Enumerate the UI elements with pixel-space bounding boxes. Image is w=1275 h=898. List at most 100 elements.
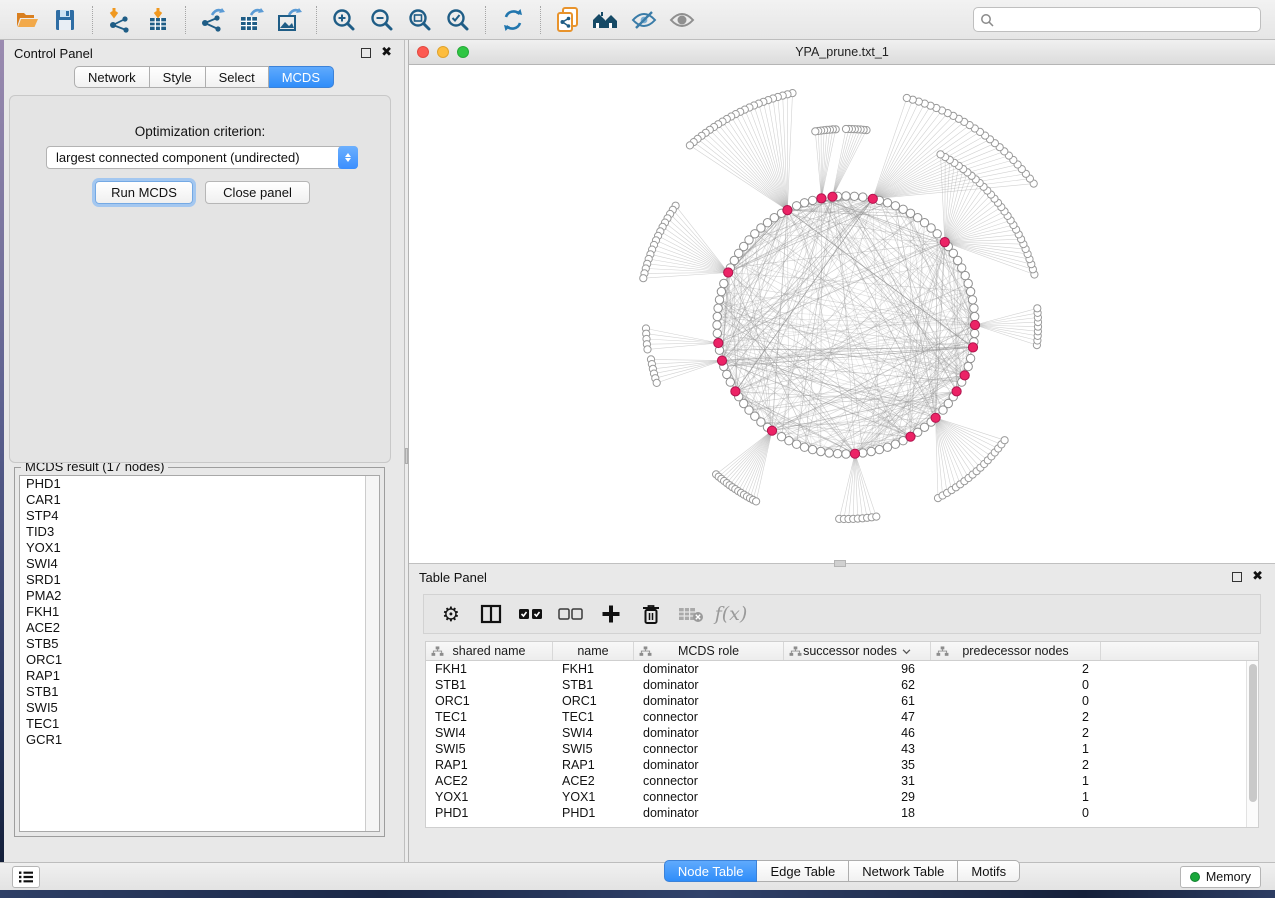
optimization-criterion-label: Optimization criterion: [10,124,390,139]
criterion-select[interactable]: largest connected component (undirected) [46,146,358,169]
mcds-result-item[interactable]: ACE2 [20,620,379,636]
table-row[interactable]: ACE2ACE2connector311 [426,773,1258,789]
mcds-result-item[interactable]: STB5 [20,636,379,652]
zoom-out-icon[interactable] [363,4,401,36]
cell-shared-name: FKH1 [426,661,553,677]
mcds-result-item[interactable]: TEC1 [20,716,379,732]
cell-predecessor-nodes: 2 [931,709,1101,725]
mcds-list-scrollbar[interactable] [365,476,379,831]
table-row[interactable]: STB1STB1dominator620 [426,677,1258,693]
network-graph[interactable] [409,65,1275,563]
export-table-icon[interactable] [232,4,270,36]
column-header-MCDS-role[interactable]: MCDS role [634,642,784,660]
settings-gear-icon[interactable]: ⚙ [434,598,468,630]
column-header-shared-name[interactable]: shared name [426,642,553,660]
tab-network-table[interactable]: Network Table [849,860,958,882]
toolbar-separator [485,6,486,34]
scrollbar-thumb[interactable] [1249,664,1257,802]
show-details-icon[interactable] [663,4,701,36]
tab-node-table[interactable]: Node Table [664,860,758,882]
cell-MCDS-role: dominator [634,661,784,677]
criterion-value: largest connected component (undirected) [56,150,300,165]
mcds-result-item[interactable]: PMA2 [20,588,379,604]
hide-details-icon[interactable] [625,4,663,36]
desktop-wallpaper-strip [0,890,1275,898]
table-scrollbar[interactable] [1246,661,1258,827]
import-table-icon[interactable] [139,4,177,36]
refresh-icon[interactable] [494,4,532,36]
delete-table-icon[interactable] [674,598,708,630]
export-network-icon[interactable] [194,4,232,36]
add-column-icon[interactable] [594,598,628,630]
table-row[interactable]: RAP1RAP1dominator352 [426,757,1258,773]
mcds-result-list[interactable]: PHD1CAR1STP4TID3YOX1SWI4SRD1PMA2FKH1ACE2… [19,475,380,832]
mcds-result-item[interactable]: ORC1 [20,652,379,668]
select-stepper-icon [338,146,358,169]
close-panel-button[interactable]: Close panel [205,181,310,204]
mcds-result-item[interactable]: GCR1 [20,732,379,748]
tab-edge-table[interactable]: Edge Table [757,860,849,882]
mcds-result-item[interactable]: YOX1 [20,540,379,556]
tab-network[interactable]: Network [74,66,150,88]
mcds-result-item[interactable]: PHD1 [20,476,379,492]
cell-successor-nodes: 35 [784,757,931,773]
column-namespace-icon [639,646,652,660]
search-field[interactable] [973,7,1261,32]
save-icon[interactable] [46,4,84,36]
mcds-result-item[interactable]: SWI4 [20,556,379,572]
toggle-panes-icon[interactable] [474,598,508,630]
zoom-selected-icon[interactable] [439,4,477,36]
column-header-predecessor-nodes[interactable]: predecessor nodes [931,642,1101,660]
mcds-result-item[interactable]: CAR1 [20,492,379,508]
mcds-result-item[interactable]: TID3 [20,524,379,540]
tab-select[interactable]: Select [206,66,269,88]
close-panel-icon[interactable]: ✖ [1252,572,1263,582]
tab-style[interactable]: Style [150,66,206,88]
tab-mcds[interactable]: MCDS [269,66,334,88]
cell-successor-nodes: 43 [784,741,931,757]
table-row[interactable]: FKH1FKH1dominator962 [426,661,1258,677]
search-input[interactable] [999,12,1254,27]
table-row[interactable]: SWI4SWI4dominator462 [426,725,1258,741]
cell-MCDS-role: connector [634,773,784,789]
network-canvas[interactable] [409,65,1275,563]
table-panel-splitter-grip[interactable] [834,560,846,567]
table-panel: Table Panel ✖ ⚙ f(x) shared namenameMCDS… [409,563,1275,862]
cell-predecessor-nodes: 2 [931,661,1101,677]
delete-column-icon[interactable] [634,598,668,630]
run-mcds-button[interactable]: Run MCDS [95,181,193,204]
zoom-fit-icon[interactable] [401,4,439,36]
main-toolbar [0,0,1275,40]
table-row[interactable]: ORC1ORC1dominator610 [426,693,1258,709]
float-panel-icon[interactable] [1232,572,1242,582]
mcds-result-item[interactable]: STP4 [20,508,379,524]
function-builder-icon[interactable]: f(x) [714,598,748,630]
toolbar-separator [540,6,541,34]
table-row[interactable]: YOX1YOX1connector291 [426,789,1258,805]
close-panel-icon[interactable]: ✖ [381,48,392,58]
column-header-successor-nodes[interactable]: successor nodes [784,642,931,660]
mcds-result-item[interactable]: SWI5 [20,700,379,716]
mcds-result-item[interactable]: FKH1 [20,604,379,620]
table-row[interactable]: SWI5SWI5connector431 [426,741,1258,757]
tab-motifs[interactable]: Motifs [958,860,1020,882]
table-row[interactable]: TEC1TEC1connector472 [426,709,1258,725]
export-image-icon[interactable] [270,4,308,36]
float-panel-icon[interactable] [361,48,371,58]
cell-MCDS-role: dominator [634,725,784,741]
network-overview-icon[interactable] [587,4,625,36]
import-network-icon[interactable] [101,4,139,36]
column-header-name[interactable]: name [553,642,634,660]
mcds-result-item[interactable]: SRD1 [20,572,379,588]
clone-network-icon[interactable] [549,4,587,36]
task-history-button[interactable] [12,866,40,888]
table-panel-titlebar: Table Panel ✖ [409,564,1275,590]
select-all-icon[interactable] [514,598,548,630]
open-folder-icon[interactable] [8,4,46,36]
splitter-grip[interactable] [405,448,408,464]
mcds-result-item[interactable]: STB1 [20,684,379,700]
zoom-in-icon[interactable] [325,4,363,36]
mcds-result-item[interactable]: RAP1 [20,668,379,684]
table-row[interactable]: PHD1PHD1dominator180 [426,805,1258,821]
deselect-all-icon[interactable] [554,598,588,630]
